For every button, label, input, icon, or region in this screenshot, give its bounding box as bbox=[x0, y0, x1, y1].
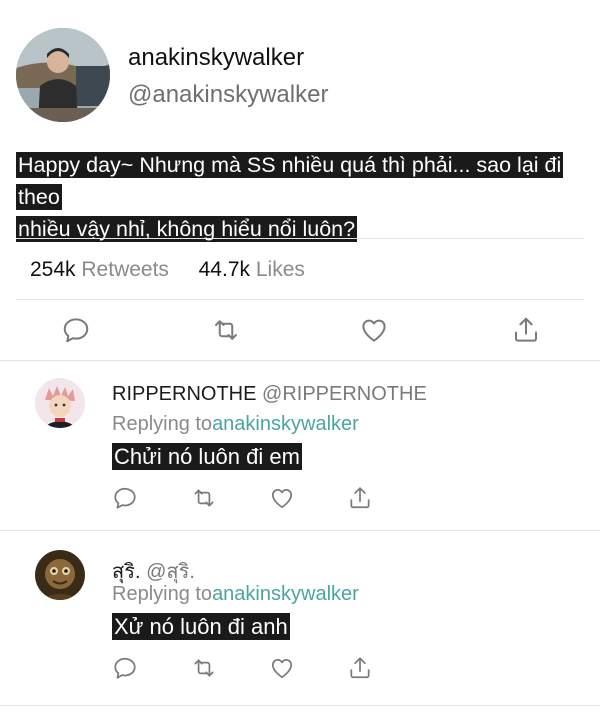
share-icon[interactable] bbox=[511, 315, 541, 345]
tweet-text: Happy day~ Nhưng mà SS nhiều quá thì phả… bbox=[16, 149, 594, 245]
retweets-label[interactable]: Retweets bbox=[81, 258, 169, 281]
reply-name[interactable]: สุริ. bbox=[112, 561, 141, 583]
author-handle[interactable]: @anakinskywalker bbox=[128, 81, 328, 109]
divider bbox=[0, 705, 600, 706]
comment-icon[interactable] bbox=[112, 485, 138, 511]
replying-to: Replying toanakinskywalker bbox=[112, 583, 359, 606]
likes-label[interactable]: Likes bbox=[256, 258, 305, 281]
divider bbox=[0, 530, 600, 531]
replying-to: Replying toanakinskywalker bbox=[112, 413, 359, 436]
main-avatar[interactable] bbox=[16, 28, 110, 122]
tweet-stats: 254k Retweets 44.7k Likes bbox=[30, 258, 305, 282]
reply-text: Chửi nó luôn đi em bbox=[112, 441, 302, 473]
replying-to-link[interactable]: anakinskywalker bbox=[212, 583, 359, 605]
retweet-icon[interactable] bbox=[191, 655, 217, 681]
divider bbox=[0, 360, 600, 361]
like-icon[interactable] bbox=[359, 315, 389, 345]
reply-handle[interactable]: @RIPPERNOTHE bbox=[262, 383, 427, 405]
reply-handle[interactable]: @สุริ. bbox=[146, 561, 195, 583]
likes-count[interactable]: 44.7k bbox=[199, 258, 250, 281]
reply-avatar[interactable] bbox=[35, 550, 85, 600]
retweets-count[interactable]: 254k bbox=[30, 258, 76, 281]
replying-to-link[interactable]: anakinskywalker bbox=[212, 413, 359, 435]
reply-name[interactable]: RIPPERNOTHE bbox=[112, 383, 256, 405]
divider bbox=[16, 238, 584, 239]
reply-author[interactable]: RIPPERNOTHE @RIPPERNOTHE bbox=[112, 383, 427, 406]
like-icon[interactable] bbox=[269, 655, 295, 681]
retweet-icon[interactable] bbox=[211, 315, 241, 345]
tweet-text-line-1: Happy day~ Nhưng mà SS nhiều quá thì phả… bbox=[16, 152, 564, 210]
author-name[interactable]: anakinskywalker bbox=[128, 44, 304, 72]
replying-prefix: Replying to bbox=[112, 413, 213, 435]
divider bbox=[16, 299, 584, 300]
like-icon[interactable] bbox=[269, 485, 295, 511]
reply-text-content: Xử nó luôn đi anh bbox=[112, 613, 290, 640]
reply-avatar[interactable] bbox=[35, 378, 85, 428]
comment-icon[interactable] bbox=[112, 655, 138, 681]
share-icon[interactable] bbox=[347, 655, 373, 681]
reply-text: Xử nó luôn đi anh bbox=[112, 611, 290, 643]
comment-icon[interactable] bbox=[61, 315, 91, 345]
share-icon[interactable] bbox=[347, 485, 373, 511]
reply-text-content: Chửi nó luôn đi em bbox=[112, 443, 302, 470]
retweet-icon[interactable] bbox=[191, 485, 217, 511]
replying-prefix: Replying to bbox=[112, 583, 213, 605]
